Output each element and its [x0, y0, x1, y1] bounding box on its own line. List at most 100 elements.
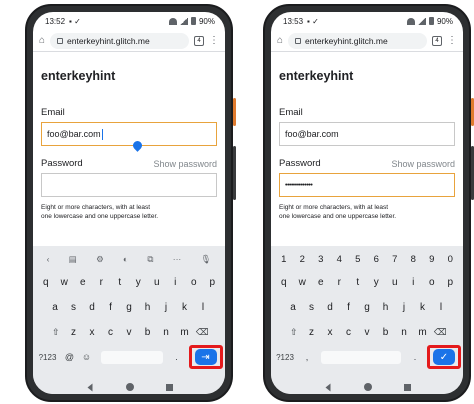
- key[interactable]: p: [205, 272, 221, 293]
- key[interactable]: 1: [276, 249, 292, 270]
- key[interactable]: 6: [369, 249, 385, 270]
- key[interactable]: 2: [295, 249, 311, 270]
- key[interactable]: w: [295, 272, 311, 293]
- key[interactable]: v: [121, 322, 137, 343]
- theme-palette-icon[interactable]: ◐: [123, 254, 128, 264]
- key[interactable]: x: [84, 322, 100, 343]
- key[interactable]: 5: [350, 249, 366, 270]
- key[interactable]: i: [406, 272, 422, 293]
- key[interactable]: i: [168, 272, 184, 293]
- shift-icon[interactable]: ⇧: [49, 322, 63, 343]
- key[interactable]: m: [415, 322, 431, 343]
- tab-switcher-button[interactable]: 4: [432, 35, 442, 46]
- key[interactable]: u: [149, 272, 165, 293]
- key[interactable]: m: [177, 322, 193, 343]
- key[interactable]: 7: [387, 249, 403, 270]
- key[interactable]: p: [443, 272, 459, 293]
- symbols-key[interactable]: ?123: [36, 347, 60, 368]
- home-icon[interactable]: ⌂: [39, 35, 45, 46]
- key[interactable]: s: [66, 297, 82, 318]
- key[interactable]: h: [378, 297, 394, 318]
- key[interactable]: c: [341, 322, 357, 343]
- key[interactable]: s: [304, 297, 320, 318]
- symbols-key[interactable]: ?123: [273, 347, 297, 368]
- password-field[interactable]: [41, 173, 217, 197]
- key[interactable]: e: [313, 272, 329, 293]
- key[interactable]: g: [121, 297, 137, 318]
- key[interactable]: f: [103, 297, 119, 318]
- email-field[interactable]: foo@bar.com: [41, 122, 217, 152]
- key[interactable]: n: [158, 322, 174, 343]
- home-icon[interactable]: ⌂: [277, 35, 283, 46]
- resize-icon[interactable]: ⧉: [147, 254, 153, 265]
- key[interactable]: 4: [332, 249, 348, 270]
- collapse-icon[interactable]: ‹: [47, 254, 50, 264]
- key[interactable]: b: [140, 322, 156, 343]
- key[interactable]: c: [103, 322, 119, 343]
- backspace-icon[interactable]: ⌫: [433, 322, 447, 343]
- period-key[interactable]: .: [408, 347, 422, 368]
- settings-gear-icon[interactable]: ⚙: [96, 254, 104, 265]
- email-field[interactable]: foo@bar.com: [279, 122, 455, 146]
- key[interactable]: j: [158, 297, 174, 318]
- key[interactable]: l: [433, 297, 449, 318]
- key[interactable]: t: [112, 272, 128, 293]
- home-nav-icon[interactable]: [363, 383, 372, 391]
- key[interactable]: a: [47, 297, 63, 318]
- key[interactable]: 8: [406, 249, 422, 270]
- back-icon[interactable]: [325, 383, 330, 391]
- key[interactable]: g: [359, 297, 375, 318]
- mic-off-icon[interactable]: 🎙︎: [201, 254, 212, 265]
- show-password-link[interactable]: Show password: [153, 159, 217, 169]
- key[interactable]: y: [369, 272, 385, 293]
- backspace-icon[interactable]: ⌫: [195, 322, 209, 343]
- space-bar[interactable]: [321, 350, 401, 364]
- key[interactable]: o: [186, 272, 202, 293]
- key[interactable]: q: [38, 272, 54, 293]
- address-bar[interactable]: enterkeyhint.glitch.me: [288, 32, 427, 49]
- key[interactable]: z: [304, 322, 320, 343]
- comma-key[interactable]: ,: [300, 347, 314, 368]
- period-key[interactable]: .: [170, 347, 184, 368]
- key[interactable]: z: [66, 322, 82, 343]
- key[interactable]: v: [359, 322, 375, 343]
- key[interactable]: k: [415, 297, 431, 318]
- overflow-menu-icon[interactable]: ⋮: [447, 35, 457, 46]
- shift-icon[interactable]: ⇧: [287, 322, 301, 343]
- address-bar[interactable]: enterkeyhint.glitch.me: [50, 32, 189, 49]
- key[interactable]: n: [396, 322, 412, 343]
- key[interactable]: w: [57, 272, 73, 293]
- password-field[interactable]: ••••••••••••••: [279, 173, 455, 197]
- home-nav-icon[interactable]: [125, 383, 134, 391]
- back-icon[interactable]: [87, 383, 92, 391]
- key[interactable]: j: [396, 297, 412, 318]
- tab-switcher-button[interactable]: 4: [194, 35, 204, 46]
- key[interactable]: u: [387, 272, 403, 293]
- key[interactable]: q: [276, 272, 292, 293]
- key[interactable]: x: [322, 322, 338, 343]
- key[interactable]: b: [378, 322, 394, 343]
- overflow-menu-icon[interactable]: ⋮: [209, 35, 219, 46]
- key[interactable]: 9: [424, 249, 440, 270]
- at-key[interactable]: @: [63, 347, 77, 368]
- emoji-icon[interactable]: ☺: [80, 347, 94, 368]
- key[interactable]: r: [332, 272, 348, 293]
- key[interactable]: a: [285, 297, 301, 318]
- key[interactable]: t: [350, 272, 366, 293]
- key[interactable]: r: [94, 272, 110, 293]
- key[interactable]: h: [140, 297, 156, 318]
- space-bar[interactable]: [100, 350, 163, 364]
- more-icon[interactable]: ···: [173, 254, 182, 264]
- key[interactable]: f: [341, 297, 357, 318]
- key[interactable]: o: [424, 272, 440, 293]
- show-password-link[interactable]: Show password: [391, 159, 455, 169]
- key[interactable]: d: [84, 297, 100, 318]
- recents-icon[interactable]: [403, 383, 411, 391]
- key[interactable]: e: [75, 272, 91, 293]
- key[interactable]: k: [177, 297, 193, 318]
- key[interactable]: l: [195, 297, 211, 318]
- key[interactable]: d: [322, 297, 338, 318]
- key[interactable]: 0: [443, 249, 459, 270]
- sticker-icon[interactable]: ▤: [69, 254, 77, 265]
- key[interactable]: 3: [313, 249, 329, 270]
